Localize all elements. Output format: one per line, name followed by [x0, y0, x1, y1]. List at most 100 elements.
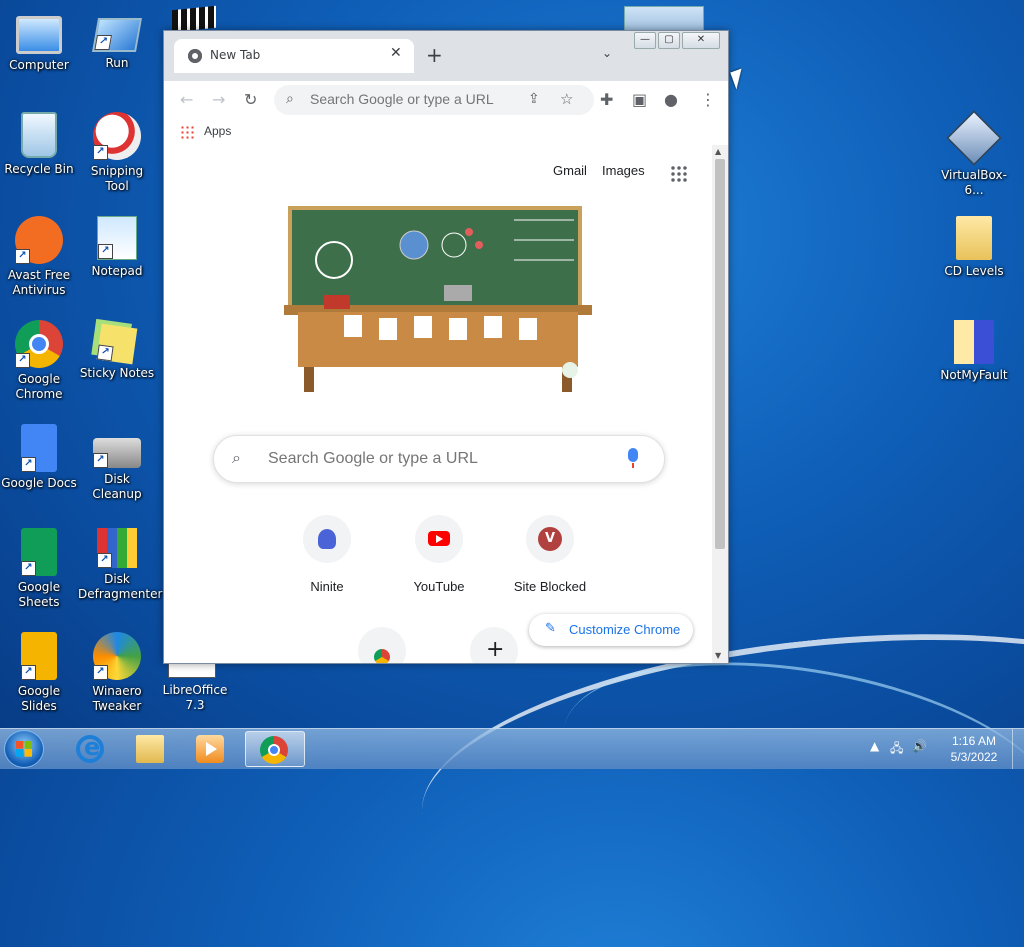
close-button[interactable]: ✕	[682, 32, 720, 49]
omnibox-input[interactable]	[308, 90, 512, 108]
tab-new-tab[interactable]: New Tab ✕	[174, 39, 414, 73]
desktop-icon-notepad[interactable]: ↗ Notepad	[78, 216, 156, 279]
taskbar-internet-explorer[interactable]	[62, 731, 118, 767]
network-icon[interactable]: 🖧	[890, 739, 903, 760]
desktop-icon-sticky-notes[interactable]: ↗ Sticky Notes	[78, 320, 156, 381]
desktop-icon-computer[interactable]: Computer	[0, 8, 78, 73]
apps-grid-icon[interactable]	[180, 125, 194, 139]
forward-button[interactable]: →	[212, 90, 225, 109]
tab-close-button[interactable]: ✕	[390, 45, 402, 61]
search-icon: ⌕	[232, 448, 241, 467]
start-button[interactable]	[4, 730, 44, 768]
desktop-icon-label: Disk Defragmenter	[78, 572, 163, 601]
shortcut-arrow-icon: ↗	[98, 244, 113, 259]
ntp-search-input[interactable]	[266, 449, 610, 469]
desktop-icon-winaero-tweaker[interactable]: ↗ Winaero Tweaker	[78, 632, 156, 714]
internet-explorer-icon	[76, 733, 104, 763]
google-apps-icon[interactable]	[670, 165, 688, 183]
volume-icon[interactable]: 🔊	[912, 739, 927, 753]
desktop-icon-virtualbox[interactable]: VirtualBox-6...	[935, 110, 1013, 198]
ntp-search-box[interactable]: ⌕	[213, 435, 665, 483]
profile-avatar-icon[interactable]: ●	[664, 90, 678, 109]
shortcut-tile-youtube[interactable]: YouTube	[394, 515, 484, 594]
tab-search-button[interactable]: ⌄	[602, 46, 612, 60]
desktop-icon-google-chrome[interactable]: ↗ Google Chrome	[0, 320, 78, 402]
desktop-icon-google-docs[interactable]: ↗ Google Docs	[0, 424, 78, 491]
shortcut-arrow-icon: ↗	[96, 344, 114, 362]
youtube-icon	[428, 531, 450, 546]
desktop-icon-label-libreoffice[interactable]: LibreOffice 7.3	[160, 683, 230, 713]
taskbar-file-explorer[interactable]	[122, 731, 178, 767]
desktop-icon-label: Snipping Tool	[90, 164, 144, 193]
taskbar: ▲ 🖧 🔊 1:16 AM 5/3/2022	[0, 728, 1024, 769]
desktop-icon-disk-defragmenter[interactable]: ↗ Disk Defragmenter	[78, 528, 163, 602]
new-tab-button[interactable]: +	[426, 43, 443, 67]
extensions-icon[interactable]: ✚	[600, 90, 613, 109]
bookmark-star-icon[interactable]: ☆	[560, 90, 573, 108]
shortcut-label: Ninite	[310, 579, 344, 594]
desktop-icon-label: VirtualBox-6...	[941, 168, 1007, 197]
desktop-icon-snipping-tool[interactable]: ↗ Snipping Tool	[78, 112, 156, 194]
back-button[interactable]: ←	[180, 90, 193, 109]
mouse-cursor-icon	[730, 68, 748, 90]
vertical-scrollbar[interactable]: ▲ ▼	[712, 145, 728, 663]
shortcut-arrow-icon: ↗	[93, 665, 108, 680]
tab-strip: New Tab ✕ + ⌄ — ▢ ✕	[164, 31, 728, 81]
share-icon[interactable]: ⇪	[528, 91, 540, 107]
shortcut-tile-chrome[interactable]	[337, 627, 427, 663]
apps-bookmark[interactable]: Apps	[204, 124, 231, 138]
add-shortcut-tile[interactable]: +	[449, 627, 539, 663]
chrome-window: New Tab ✕ + ⌄ — ▢ ✕ ← → ↻ ⌕ ⇪ ☆ ✚ ▣ ● ⋮ …	[163, 30, 729, 664]
toolbar: ← → ↻ ⌕ ⇪ ☆ ✚ ▣ ● ⋮	[164, 81, 728, 119]
gmail-link[interactable]: Gmail	[553, 163, 587, 178]
scroll-down-arrow-icon[interactable]: ▼	[715, 651, 721, 660]
shortcut-tile-ninite[interactable]: Ninite	[282, 515, 372, 594]
taskbar-google-chrome[interactable]	[245, 731, 305, 767]
desktop-icon-label: Sticky Notes	[79, 366, 155, 380]
customize-chrome-button[interactable]: ✎ Customize Chrome	[529, 614, 693, 646]
desktop-icon-disk-cleanup[interactable]: ↗ Disk Cleanup	[78, 424, 156, 502]
minimize-button[interactable]: —	[634, 32, 656, 49]
bookmarks-bar: Apps	[164, 119, 728, 146]
desktop-icon-run[interactable]: ↗ Run	[78, 8, 156, 71]
desktop-icon-label: Avast Free Antivirus	[7, 268, 71, 297]
shortcut-label: YouTube	[413, 579, 465, 594]
folder-icon	[956, 216, 992, 260]
show-desktop-button[interactable]	[1012, 729, 1024, 769]
desktop-icon-google-slides[interactable]: ↗ Google Slides	[0, 632, 78, 714]
reload-button[interactable]: ↻	[244, 90, 257, 109]
clock-time: 1:16 AM	[951, 734, 997, 748]
tab-title: New Tab	[210, 48, 261, 62]
virtualbox-icon	[946, 110, 1002, 166]
desktop-icon-cd-levels[interactable]: CD Levels	[935, 216, 1013, 279]
omnibox[interactable]: ⌕ ⇪ ☆	[274, 85, 594, 115]
desktop-icon-avast[interactable]: ↗ Avast Free Antivirus	[0, 216, 78, 298]
chrome-icon	[260, 736, 288, 764]
shortcut-tile-site-blocked[interactable]: V Site Blocked	[505, 515, 595, 594]
clapperboard-icon-partial	[172, 5, 216, 33]
desktop-icon-label: Google Sheets	[17, 580, 61, 609]
menu-button[interactable]: ⋮	[700, 90, 716, 109]
notepad-icon: ↗	[97, 216, 137, 260]
google-doodle[interactable]	[284, 200, 592, 395]
new-tab-page: Gmail Images ⌕ Search Google or type a U…	[164, 145, 712, 663]
microphone-icon[interactable]	[628, 448, 638, 468]
desktop-icon-recycle-bin[interactable]: Recycle Bin	[0, 112, 78, 177]
desktop-icon-google-sheets[interactable]: ↗ Google Sheets	[0, 528, 78, 610]
shortcut-label: Site Blocked	[513, 579, 587, 594]
desktop-icon-label: Notepad	[91, 264, 143, 278]
shortcut-arrow-icon: ↗	[21, 457, 36, 472]
google-sheets-icon: ↗	[21, 528, 57, 576]
side-panel-icon[interactable]: ▣	[632, 90, 647, 109]
system-clock[interactable]: 1:16 AM 5/3/2022	[944, 733, 1004, 765]
desktop-icon-notmyfault[interactable]: NotMyFault	[935, 320, 1013, 383]
disk-defragmenter-icon: ↗	[97, 528, 137, 568]
desktop-icon-label: Run	[105, 56, 129, 70]
notmyfault-icon	[954, 320, 994, 364]
tray-overflow-arrow-icon[interactable]: ▲	[870, 739, 879, 753]
scroll-up-arrow-icon[interactable]: ▲	[715, 147, 721, 156]
images-link[interactable]: Images	[602, 163, 645, 178]
taskbar-media-player[interactable]	[182, 731, 238, 767]
maximize-button[interactable]: ▢	[658, 32, 680, 49]
scrollbar-thumb[interactable]	[715, 159, 725, 549]
